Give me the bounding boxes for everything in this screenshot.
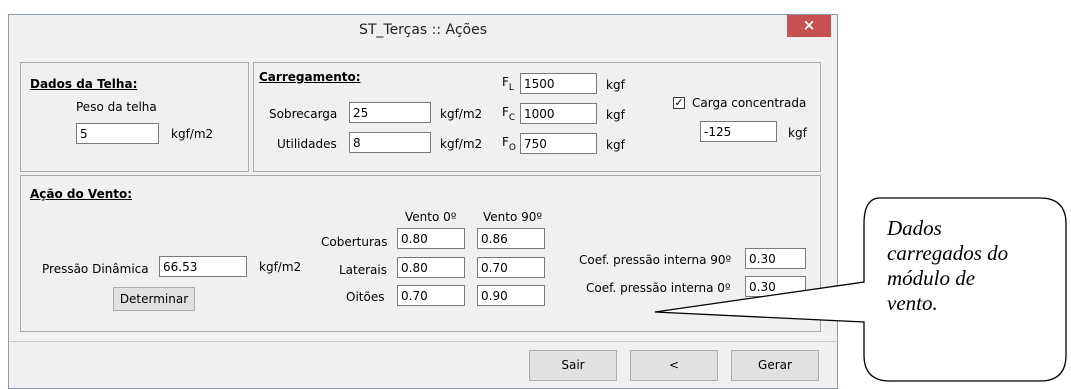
peso-unit: kgf/m2 (171, 127, 214, 141)
fl-unit: kgf (606, 78, 625, 92)
carga-unit: kgf (788, 126, 807, 140)
callout-line-3: módulo de (887, 266, 976, 290)
coef0-label: Coef. pressão interna 0º (586, 281, 731, 295)
pressao-label: Pressão Dinâmica (42, 262, 149, 276)
carregamento-group: Carregamento: Sobrecarga kgf/m2 Utilidad… (253, 62, 821, 172)
telha-heading: Dados da Telha: (30, 77, 138, 91)
title-bar[interactable]: ST_Terças :: Ações × (9, 15, 837, 45)
coberturas-90-input[interactable] (477, 228, 545, 249)
close-button[interactable]: × (787, 15, 831, 37)
determinar-button[interactable]: Determinar (113, 287, 195, 311)
peso-label: Peso da telha (76, 100, 157, 114)
window-title: ST_Terças :: Ações (358, 22, 488, 38)
vento90-header: Vento 90º (483, 210, 543, 224)
utilidades-input[interactable] (349, 132, 431, 153)
coef90-label: Coef. pressão interna 90º (579, 253, 732, 267)
sobrecarga-unit: kgf/m2 (440, 107, 483, 121)
fc-input[interactable] (520, 103, 597, 124)
utilidades-label: Utilidades (277, 137, 337, 151)
fl-input[interactable] (520, 73, 597, 94)
vento0-header: Vento 0º (405, 210, 457, 224)
sobrecarga-label: Sobrecarga (269, 107, 338, 121)
carregamento-heading: Carregamento: (259, 70, 361, 84)
coberturas-label: Coberturas (321, 235, 388, 249)
utilidades-unit: kgf/m2 (440, 137, 483, 151)
callout-line-1: Dados (887, 216, 942, 240)
oitoes-label: Oitões (346, 290, 385, 304)
sair-button[interactable]: Sair (529, 350, 617, 381)
telha-group: Dados da Telha: Peso da telha kgf/m2 (20, 62, 249, 172)
back-button[interactable]: < (630, 350, 718, 381)
carga-concentrada-label: Carga concentrada (692, 96, 807, 110)
gerar-button[interactable]: Gerar (731, 350, 819, 381)
fl-label: FL (502, 75, 514, 93)
fo-unit: kgf (606, 138, 625, 152)
callout-line-2: carregados do (887, 241, 1009, 265)
pressao-unit: kgf/m2 (259, 260, 302, 274)
vento-group: Ação do Vento: Pressão Dinâmica kgf/m2 D… (20, 175, 821, 332)
oitoes-90-input[interactable] (477, 285, 545, 306)
peso-telha-input[interactable] (76, 123, 159, 144)
callout-text: Dados carregados do módulo de vento. (887, 216, 1008, 316)
carga-concentrada-input[interactable] (700, 121, 777, 142)
fo-label: FO (502, 135, 516, 153)
pressao-input[interactable] (159, 256, 247, 277)
button-bar-separator (9, 341, 837, 342)
close-icon: × (802, 16, 816, 34)
laterais-label: Laterais (339, 263, 387, 277)
coef90-input[interactable] (745, 248, 806, 269)
coef0-input[interactable] (745, 276, 806, 297)
oitoes-0-input[interactable] (397, 285, 465, 306)
carga-concentrada-checkbox[interactable]: ✓ (673, 97, 685, 109)
fc-unit: kgf (606, 108, 625, 122)
laterais-90-input[interactable] (477, 257, 545, 278)
vento-heading: Ação do Vento: (30, 187, 133, 201)
fo-input[interactable] (520, 133, 597, 154)
check-icon: ✓ (674, 96, 684, 109)
fc-label: FC (502, 105, 516, 123)
sobrecarga-input[interactable] (349, 102, 431, 123)
callout-line-4: vento. (887, 291, 938, 315)
coberturas-0-input[interactable] (397, 228, 465, 249)
laterais-0-input[interactable] (397, 257, 465, 278)
acoes-window: ST_Terças :: Ações × Dados da Telha: Pes… (8, 14, 838, 389)
